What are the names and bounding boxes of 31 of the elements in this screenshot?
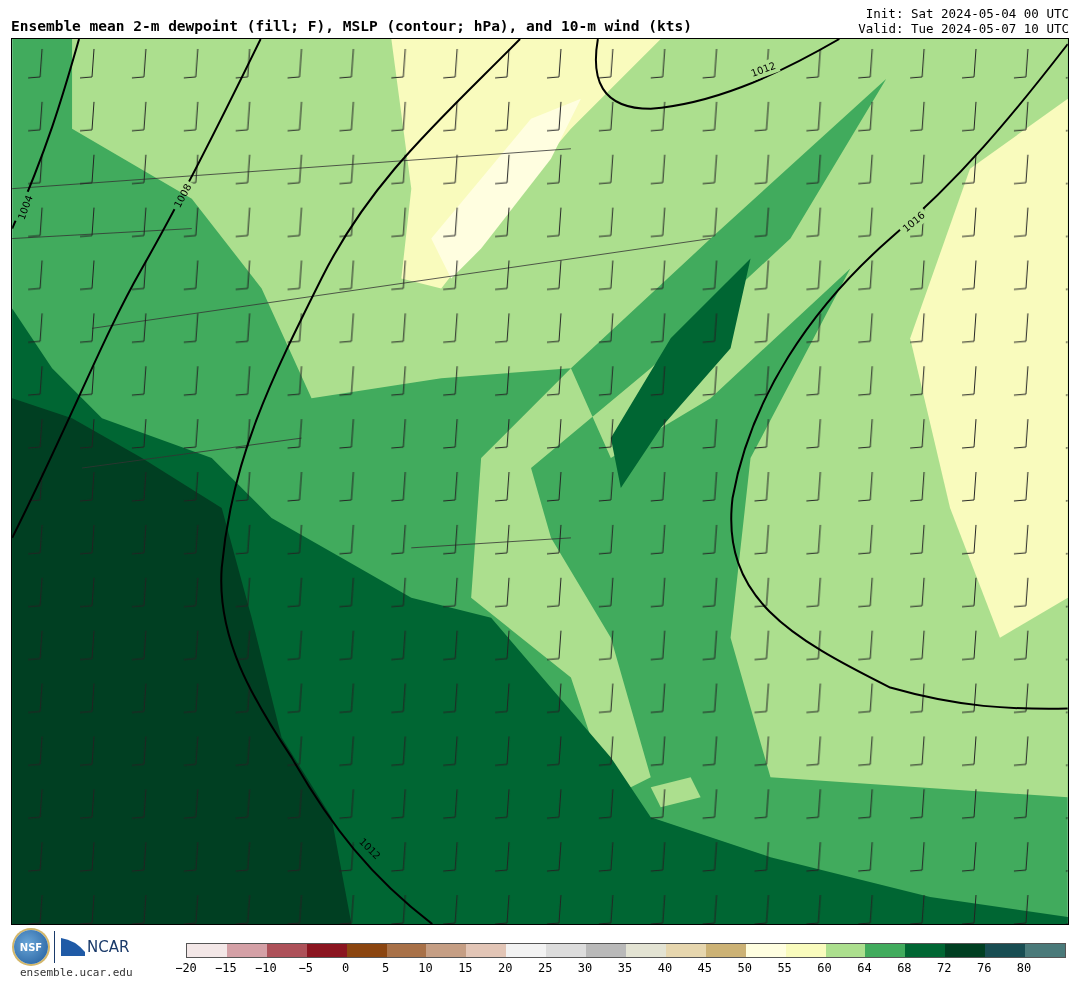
tick-label: 0 [342, 961, 350, 975]
tick-label: 40 [657, 961, 673, 975]
tick-label: 68 [897, 961, 912, 975]
tick-label: 55 [777, 961, 792, 975]
tick-label: 60 [817, 961, 832, 975]
tick-label: 35 [617, 961, 633, 975]
nsf-logo: NSF [14, 930, 48, 964]
tick-label: 80 [1016, 961, 1032, 975]
isobar-label: 1004 [15, 193, 35, 222]
tick-label: −15 [215, 961, 237, 975]
tick-label: −20 [175, 961, 197, 975]
init-time: Init: Sat 2024-05-04 00 UTC [865, 6, 1069, 21]
tick-label: 5 [381, 961, 390, 975]
tick-label: 76 [976, 961, 992, 975]
chart-title: Ensemble mean 2-m dewpoint (fill; F), MSLP (contour; hPa), and 10-m wind (kts) [11, 18, 692, 36]
tick-label: 64 [857, 961, 872, 975]
tick-label: −10 [254, 961, 277, 975]
valid-time: Valid: Tue 2024-05-07 10 UTC [858, 21, 1069, 36]
wave-logo-icon [61, 938, 85, 956]
tick-label: −5 [298, 961, 313, 975]
isobar-label: 1012 [749, 59, 778, 79]
ncar-logo-text: NCAR [87, 938, 130, 956]
tick-label: 45 [697, 961, 713, 975]
tick-label: 30 [577, 961, 593, 975]
tick-label: 15 [458, 961, 473, 975]
tick-label: 10 [418, 961, 433, 975]
tick-label: 72 [937, 961, 952, 975]
site-url: ensemble.ucar.edu [20, 966, 133, 979]
tick-label: 20 [498, 961, 513, 975]
tick-label: 25 [537, 961, 553, 975]
tick-label: 50 [737, 961, 752, 975]
